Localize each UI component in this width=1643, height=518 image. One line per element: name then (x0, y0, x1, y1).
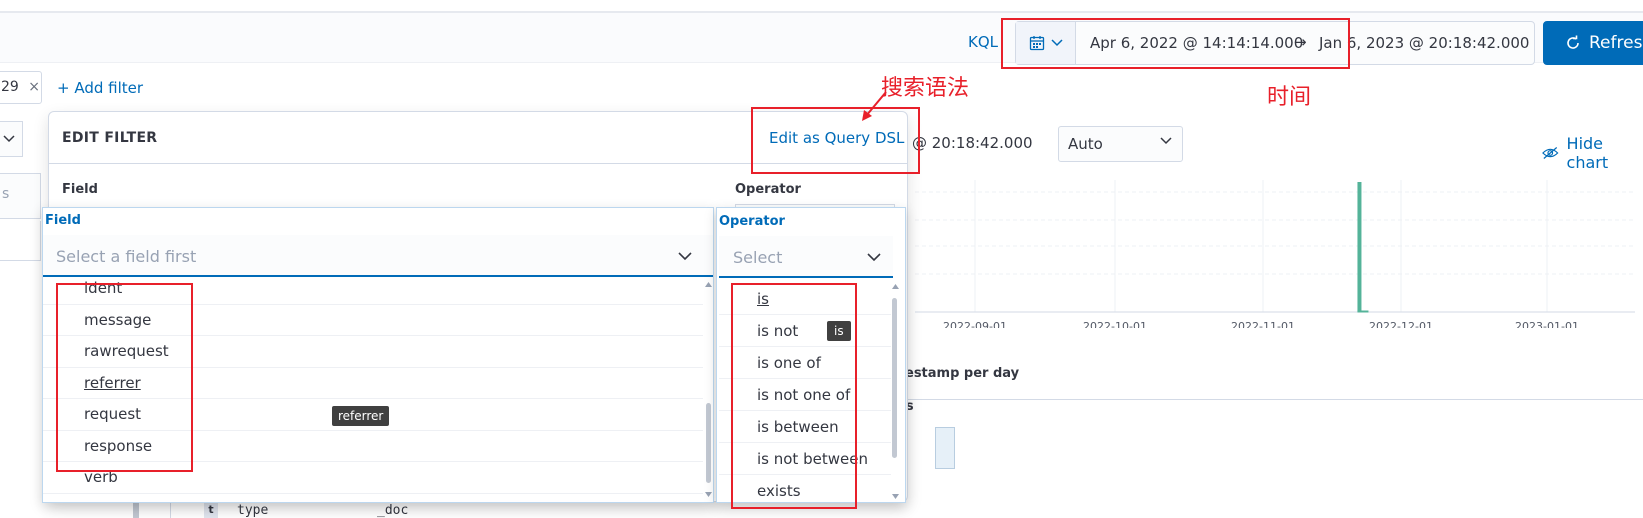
annotation-box-operators (731, 283, 857, 509)
annotation-label-time: 时间 (1267, 85, 1312, 110)
sidebar-index-dropdown[interactable] (0, 121, 23, 157)
scroll-up-icon[interactable] (705, 282, 712, 287)
chevron-down-icon[interactable] (867, 253, 881, 262)
close-icon[interactable]: × (28, 79, 40, 95)
end-date[interactable]: Jan 6, 2023 @ 20:18:42.000 (1319, 34, 1529, 52)
scroll-up-icon[interactable] (892, 284, 899, 289)
interval-value: Auto (1068, 135, 1103, 153)
filter-pill[interactable]: 29 × (0, 71, 42, 104)
sidebar-panel (0, 221, 41, 261)
field-combobox-label: Field (45, 213, 81, 228)
refresh-label: Refres (1589, 33, 1643, 53)
operator-label: Operator (735, 182, 801, 197)
filter-pill-text: 29 (1, 79, 19, 95)
field-search-input[interactable]: Select a field first (43, 235, 713, 277)
scrollbar[interactable] (892, 298, 897, 458)
annotation-arrow-icon (862, 91, 887, 121)
doc-field-name: type (237, 503, 269, 518)
divider (905, 399, 1643, 400)
query-language-button[interactable]: KQL (968, 33, 998, 51)
sidebar-search-field[interactable]: s (0, 173, 41, 219)
operator-combobox-label: Operator (719, 214, 785, 229)
hide-chart-label: Hide chart (1566, 134, 1609, 172)
x-tick-label: 2023-01-01 (1515, 320, 1579, 328)
x-tick-label: 2022-10-01 (1083, 320, 1147, 328)
add-filter-button[interactable]: + Add filter (57, 79, 143, 97)
eye-closed-icon (1542, 147, 1559, 159)
chart-time-range: @ 20:18:42.000 (912, 134, 1033, 152)
x-tick-label: 2022-11-01 (1231, 320, 1295, 328)
refresh-icon (1567, 35, 1579, 49)
histogram-chart: 2022-09-01 2022-10-01 2022-11-01 2022-12-01… (915, 180, 1635, 328)
doc-field-value: _doc (377, 503, 409, 518)
popover-title: EDIT FILTER (62, 130, 158, 146)
chevron-down-icon (2, 135, 15, 143)
scroll-down-icon[interactable] (892, 494, 899, 499)
tooltip: referrer (332, 406, 390, 426)
save-button-edge[interactable] (935, 427, 955, 469)
annotation-box-fields (56, 283, 193, 472)
refresh-button[interactable]: Refres (1543, 21, 1643, 65)
annotation-box-time (1001, 18, 1350, 69)
hide-chart-button[interactable]: Hide chart (1542, 134, 1643, 172)
histogram-bar[interactable] (1357, 182, 1362, 312)
field-type-icon: t (204, 503, 218, 518)
scrollbar[interactable] (706, 403, 711, 483)
x-tick-label: 2022-12-01 (1369, 320, 1433, 328)
annotation-label-query-syntax: 搜索语法 (881, 76, 970, 101)
chevron-down-icon (1160, 137, 1172, 145)
chevron-down-icon[interactable] (678, 252, 692, 261)
annotation-box-query-dsl (751, 107, 920, 174)
scroll-down-icon[interactable] (705, 492, 712, 497)
x-tick-label: 2022-09-01 (943, 320, 1007, 328)
chart-caption: estamp per day (905, 366, 1020, 381)
field-label: Field (62, 182, 98, 197)
